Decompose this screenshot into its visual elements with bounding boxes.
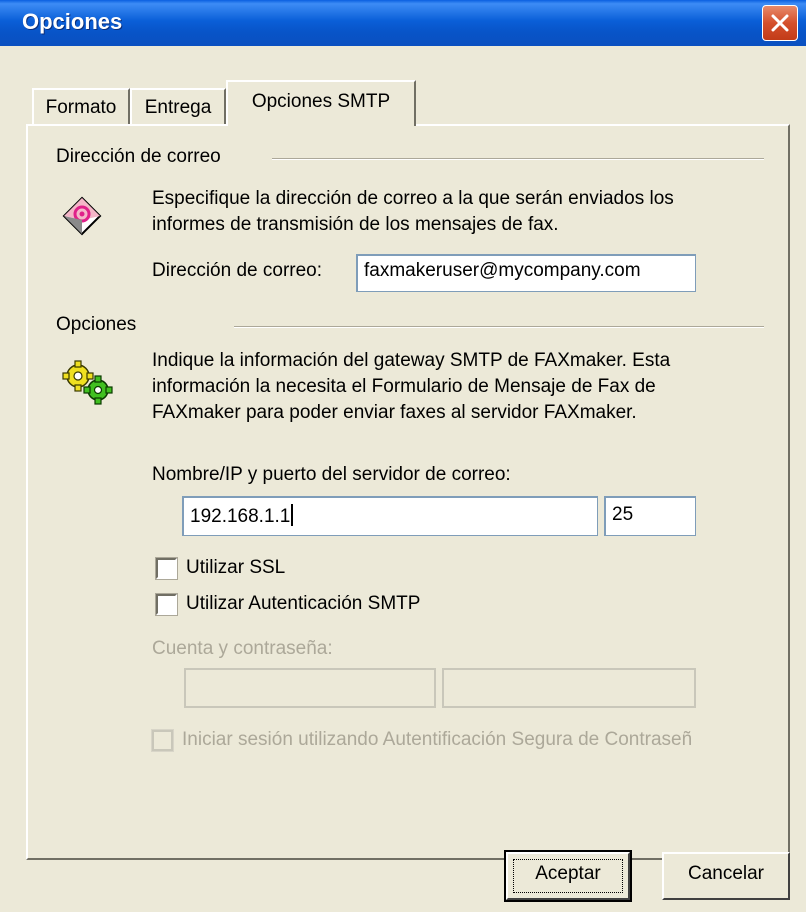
smtp-auth-label[interactable]: Utilizar Autenticación SMTP bbox=[186, 591, 420, 617]
email-description-line1: Especifique la dirección de correo a la … bbox=[152, 188, 674, 209]
server-address-input[interactable]: 192.168.1.1 bbox=[182, 496, 598, 536]
smtp-auth-checkbox[interactable] bbox=[155, 593, 178, 616]
options-description-line1: Indique la información del gateway SMTP … bbox=[152, 350, 671, 371]
cancel-button[interactable]: Cancelar bbox=[662, 852, 790, 900]
tab-label: Formato bbox=[45, 97, 117, 118]
window-title: Opciones bbox=[22, 9, 123, 34]
close-icon bbox=[771, 14, 789, 32]
options-description-line3: FAXmaker para poder enviar faxes al serv… bbox=[152, 402, 637, 423]
tab-formato[interactable]: Formato bbox=[32, 88, 130, 124]
password-input[interactable] bbox=[442, 668, 696, 708]
account-input[interactable] bbox=[184, 668, 436, 708]
tab-entrega[interactable]: Entrega bbox=[130, 88, 226, 124]
secure-password-auth-label: Iniciar sesión utilizando Autentificació… bbox=[182, 729, 693, 750]
text-caret bbox=[291, 504, 294, 526]
options-dialog: Opciones Formato Entrega Opciones SMTP D… bbox=[0, 0, 806, 912]
title-bar: Opciones bbox=[0, 0, 806, 46]
close-button[interactable] bbox=[762, 5, 798, 41]
server-address-value: 192.168.1.1 bbox=[190, 506, 291, 527]
account-label: Cuenta y contraseña: bbox=[152, 638, 333, 659]
email-address-icon bbox=[62, 196, 102, 236]
tab-opciones-smtp[interactable]: Opciones SMTP bbox=[226, 80, 416, 126]
tab-label: Entrega bbox=[144, 97, 212, 118]
tab-label: Opciones SMTP bbox=[251, 91, 391, 112]
email-field-label: Dirección de correo: bbox=[152, 260, 323, 281]
gears-icon bbox=[62, 360, 113, 405]
section-divider bbox=[272, 158, 764, 160]
server-label: Nombre/IP y puerto del servidor de corre… bbox=[152, 464, 511, 485]
server-port-input[interactable]: 25 bbox=[604, 496, 696, 536]
email-section-heading: Dirección de correo bbox=[56, 146, 221, 167]
email-field[interactable]: faxmakeruser@mycompany.com bbox=[356, 254, 696, 292]
section-divider bbox=[234, 326, 764, 328]
ssl-checkbox[interactable] bbox=[155, 557, 178, 580]
options-section-heading: Opciones bbox=[56, 314, 137, 335]
secure-password-auth-checkbox[interactable] bbox=[151, 729, 174, 752]
email-description-line2: informes de transmisión de los mensajes … bbox=[152, 214, 559, 235]
ok-button[interactable]: Aceptar bbox=[504, 850, 632, 902]
cancel-button-label: Cancelar bbox=[687, 863, 765, 884]
ssl-label[interactable]: Utilizar SSL bbox=[186, 555, 285, 581]
options-description-line2: información la necesita el Formulario de… bbox=[152, 376, 656, 397]
